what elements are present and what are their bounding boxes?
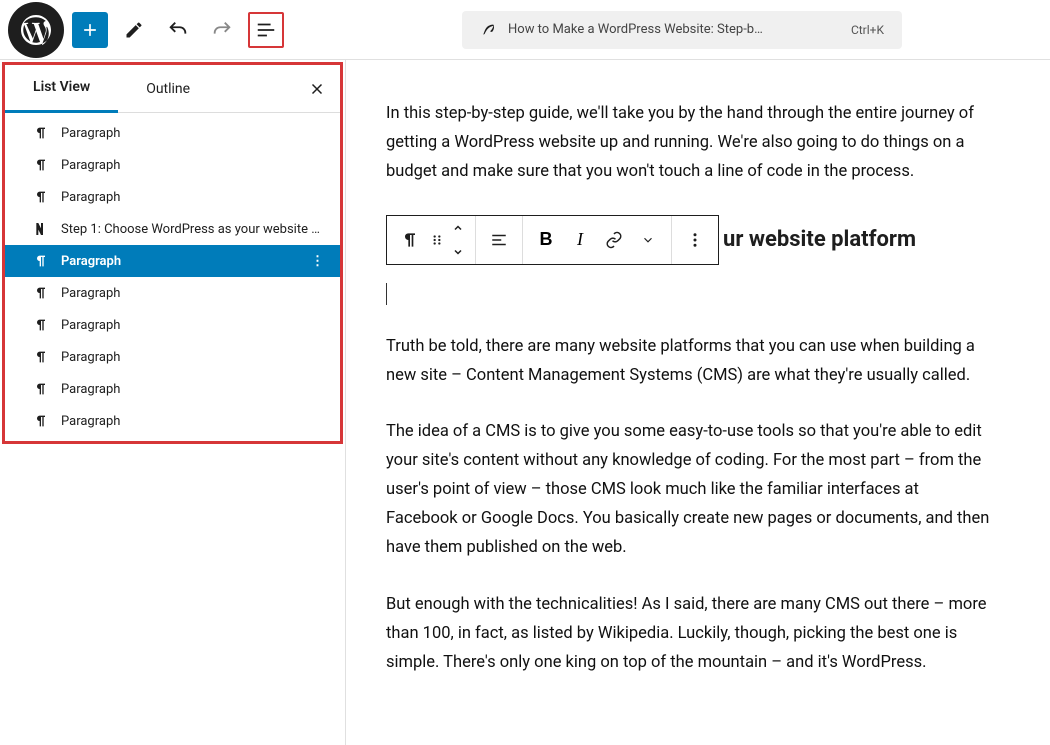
- paragraph-icon: [33, 413, 49, 429]
- drag-icon: [430, 233, 444, 247]
- list-item[interactable]: Paragraph: [5, 373, 340, 405]
- move-up-button[interactable]: [447, 217, 469, 239]
- pencil-icon: [124, 20, 144, 40]
- list-item[interactable]: Paragraph⋮: [5, 245, 340, 277]
- chevron-down-icon: [641, 233, 655, 247]
- top-toolbar: How to Make a WordPress Website: Step-b……: [0, 0, 1050, 60]
- document-overview-panel: List View Outline Paragraph Paragraph Pa…: [0, 60, 346, 745]
- bold-button[interactable]: B: [529, 216, 563, 264]
- close-icon: [308, 80, 326, 98]
- paragraph-icon: [33, 285, 49, 301]
- list-item[interactable]: Paragraph: [5, 309, 340, 341]
- tab-outline[interactable]: Outline: [118, 65, 218, 113]
- list-item[interactable]: Paragraph: [5, 405, 340, 437]
- list-item[interactable]: Step 1: Choose WordPress as your website…: [5, 213, 340, 245]
- paragraph-icon: [33, 317, 49, 333]
- heading-block[interactable]: ur website platform: [723, 227, 916, 252]
- paragraph-block[interactable]: Truth be told, there are many website pl…: [386, 333, 990, 391]
- list-item[interactable]: Paragraph: [5, 149, 340, 181]
- block-toolbar: B I: [386, 215, 719, 265]
- feather-icon: [480, 22, 496, 38]
- paragraph-icon: [33, 349, 49, 365]
- paragraph-icon: [33, 189, 49, 205]
- list-item[interactable]: Paragraph: [5, 277, 340, 309]
- item-options-button[interactable]: ⋮: [311, 254, 324, 269]
- block-options-button[interactable]: [678, 216, 712, 264]
- undo-button[interactable]: [160, 12, 196, 48]
- link-button[interactable]: [597, 216, 631, 264]
- block-list: Paragraph Paragraph Paragraph Step 1: Ch…: [5, 113, 340, 441]
- overview-tabs: List View Outline: [5, 65, 340, 113]
- paragraph-block[interactable]: In this step-by-step guide, we'll take y…: [386, 100, 990, 187]
- paragraph-block[interactable]: But enough with the technicalities! As I…: [386, 591, 990, 678]
- wordpress-logo[interactable]: [8, 2, 64, 58]
- paragraph-icon: [33, 157, 49, 173]
- more-vertical-icon: [686, 231, 704, 249]
- paragraph-block[interactable]: The idea of a CMS is to give you some ea…: [386, 418, 990, 562]
- list-item[interactable]: Paragraph: [5, 341, 340, 373]
- text-cursor: [386, 283, 990, 305]
- italic-button[interactable]: I: [563, 216, 597, 264]
- editor-content[interactable]: In this step-by-step guide, we'll take y…: [346, 60, 1026, 745]
- paragraph-icon: [33, 125, 49, 141]
- list-item[interactable]: Paragraph: [5, 117, 340, 149]
- block-type-button[interactable]: [393, 216, 427, 264]
- close-panel-button[interactable]: [308, 80, 326, 98]
- more-rich-text-button[interactable]: [631, 216, 665, 264]
- document-title: How to Make a WordPress Website: Step-b…: [508, 22, 763, 37]
- move-down-button[interactable]: [447, 241, 469, 263]
- wordpress-icon: [18, 12, 54, 48]
- paragraph-icon: [400, 230, 420, 250]
- paragraph-icon: [33, 253, 49, 269]
- undo-icon: [167, 19, 189, 41]
- document-title-bar[interactable]: How to Make a WordPress Website: Step-b……: [462, 11, 902, 49]
- document-overview-button[interactable]: [248, 12, 284, 48]
- align-left-icon: [490, 231, 508, 249]
- tools-button[interactable]: [116, 12, 152, 48]
- chevron-up-icon: [452, 222, 464, 234]
- redo-button[interactable]: [204, 12, 240, 48]
- keyboard-shortcut: Ctrl+K: [851, 23, 884, 37]
- redo-icon: [211, 19, 233, 41]
- drag-handle[interactable]: [427, 216, 447, 264]
- chevron-down-icon: [452, 246, 464, 258]
- link-icon: [605, 231, 623, 249]
- paragraph-icon: [33, 381, 49, 397]
- list-item[interactable]: Paragraph: [5, 181, 340, 213]
- add-block-button[interactable]: [72, 12, 108, 48]
- heading-icon: [33, 221, 49, 237]
- tab-list-view[interactable]: List View: [5, 65, 118, 113]
- align-button[interactable]: [482, 216, 516, 264]
- list-view-icon: [255, 19, 277, 41]
- plus-icon: [80, 20, 100, 40]
